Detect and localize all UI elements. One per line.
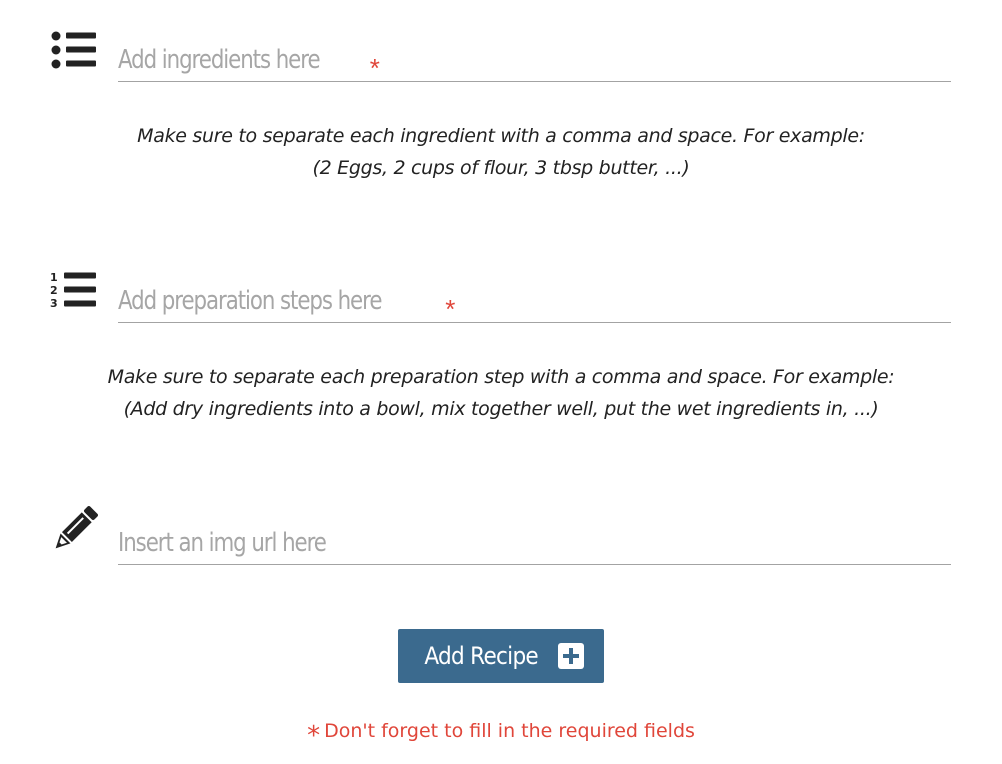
required-star: * bbox=[307, 721, 321, 751]
plus-square-icon bbox=[558, 643, 585, 669]
svg-text:2: 2 bbox=[50, 284, 58, 297]
numbered-list-icon: 1 2 3 bbox=[50, 270, 98, 314]
required-star: * bbox=[369, 53, 380, 83]
image-url-input[interactable]: Insert an img url here bbox=[118, 513, 951, 565]
pencil-icon bbox=[50, 506, 98, 550]
ingredients-hint-line1: Make sure to separate each ingredient wi… bbox=[137, 125, 865, 147]
steps-hint-line2: (Add dry ingredients into a bowl, mix to… bbox=[123, 398, 879, 420]
warning-text: Don't forget to fill in the required fie… bbox=[324, 720, 695, 742]
add-recipe-button[interactable]: Add Recipe bbox=[398, 629, 604, 683]
add-recipe-label: Add Recipe bbox=[424, 642, 538, 670]
steps-placeholder: Add preparation steps here bbox=[118, 286, 382, 316]
list-icon bbox=[50, 30, 98, 74]
image-url-placeholder: Insert an img url here bbox=[118, 528, 327, 558]
steps-input[interactable]: Add preparation steps here * bbox=[118, 271, 951, 323]
required-star: * bbox=[445, 294, 456, 324]
ingredients-hint: Make sure to separate each ingredient wi… bbox=[0, 120, 1002, 184]
steps-hint-line1: Make sure to separate each preparation s… bbox=[107, 366, 895, 388]
svg-text:1: 1 bbox=[50, 271, 58, 284]
steps-hint: Make sure to separate each preparation s… bbox=[0, 361, 1002, 425]
ingredients-input[interactable]: Add ingredients here * bbox=[118, 30, 951, 82]
svg-text:3: 3 bbox=[50, 297, 58, 310]
required-fields-warning: * Don't forget to fill in the required fi… bbox=[0, 714, 1002, 751]
ingredients-hint-line2: (2 Eggs, 2 cups of flour, 3 tbsp butter,… bbox=[312, 157, 690, 179]
ingredients-placeholder: Add ingredients here bbox=[118, 45, 321, 75]
